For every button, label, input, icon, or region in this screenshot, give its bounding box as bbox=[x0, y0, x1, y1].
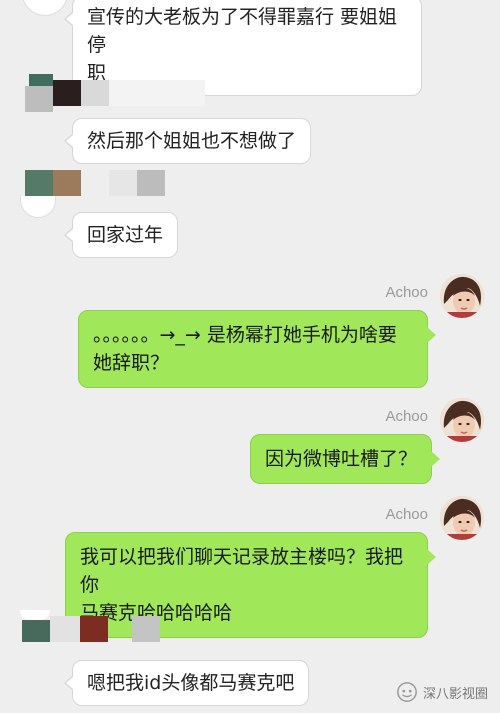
avatar-image bbox=[440, 496, 484, 540]
mosaic-name bbox=[25, 74, 205, 112]
watermark-text: 深八影视圈 bbox=[422, 686, 488, 702]
message-bubble-right: 因为微博吐槽了？ bbox=[250, 434, 441, 484]
message-bubble-left: 嗯把我id头像都马赛克吧 bbox=[63, 660, 310, 706]
avatar bbox=[440, 398, 484, 442]
avatar-blurred bbox=[22, 0, 68, 16]
mosaic-name bbox=[20, 610, 170, 642]
avatar bbox=[440, 274, 484, 318]
sender-name: Achoo bbox=[385, 506, 428, 523]
avatar-blurred bbox=[20, 196, 56, 218]
avatar bbox=[440, 496, 484, 540]
mosaic-name bbox=[25, 170, 175, 196]
message-bubble-right: 。。。。。。→_→ 是杨幂打她手机为啥要 她辞职？ bbox=[78, 310, 436, 388]
sender-name: Achoo bbox=[385, 284, 428, 301]
sender-name: Achoo bbox=[385, 408, 428, 425]
watermark: 深八影视圈 bbox=[396, 681, 488, 703]
avatar-image bbox=[440, 274, 484, 318]
chat-screenshot: 宣传的大老板为了不得罪嘉行 要姐姐停 职 然后那个姐姐也不想做了 回家过年 Ac… bbox=[0, 0, 500, 713]
avatar-image bbox=[440, 398, 484, 442]
message-bubble-left: 回家过年 bbox=[63, 212, 179, 258]
wechat-channel-icon bbox=[397, 682, 417, 702]
message-bubble-left: 然后那个姐姐也不想做了 bbox=[63, 118, 312, 164]
